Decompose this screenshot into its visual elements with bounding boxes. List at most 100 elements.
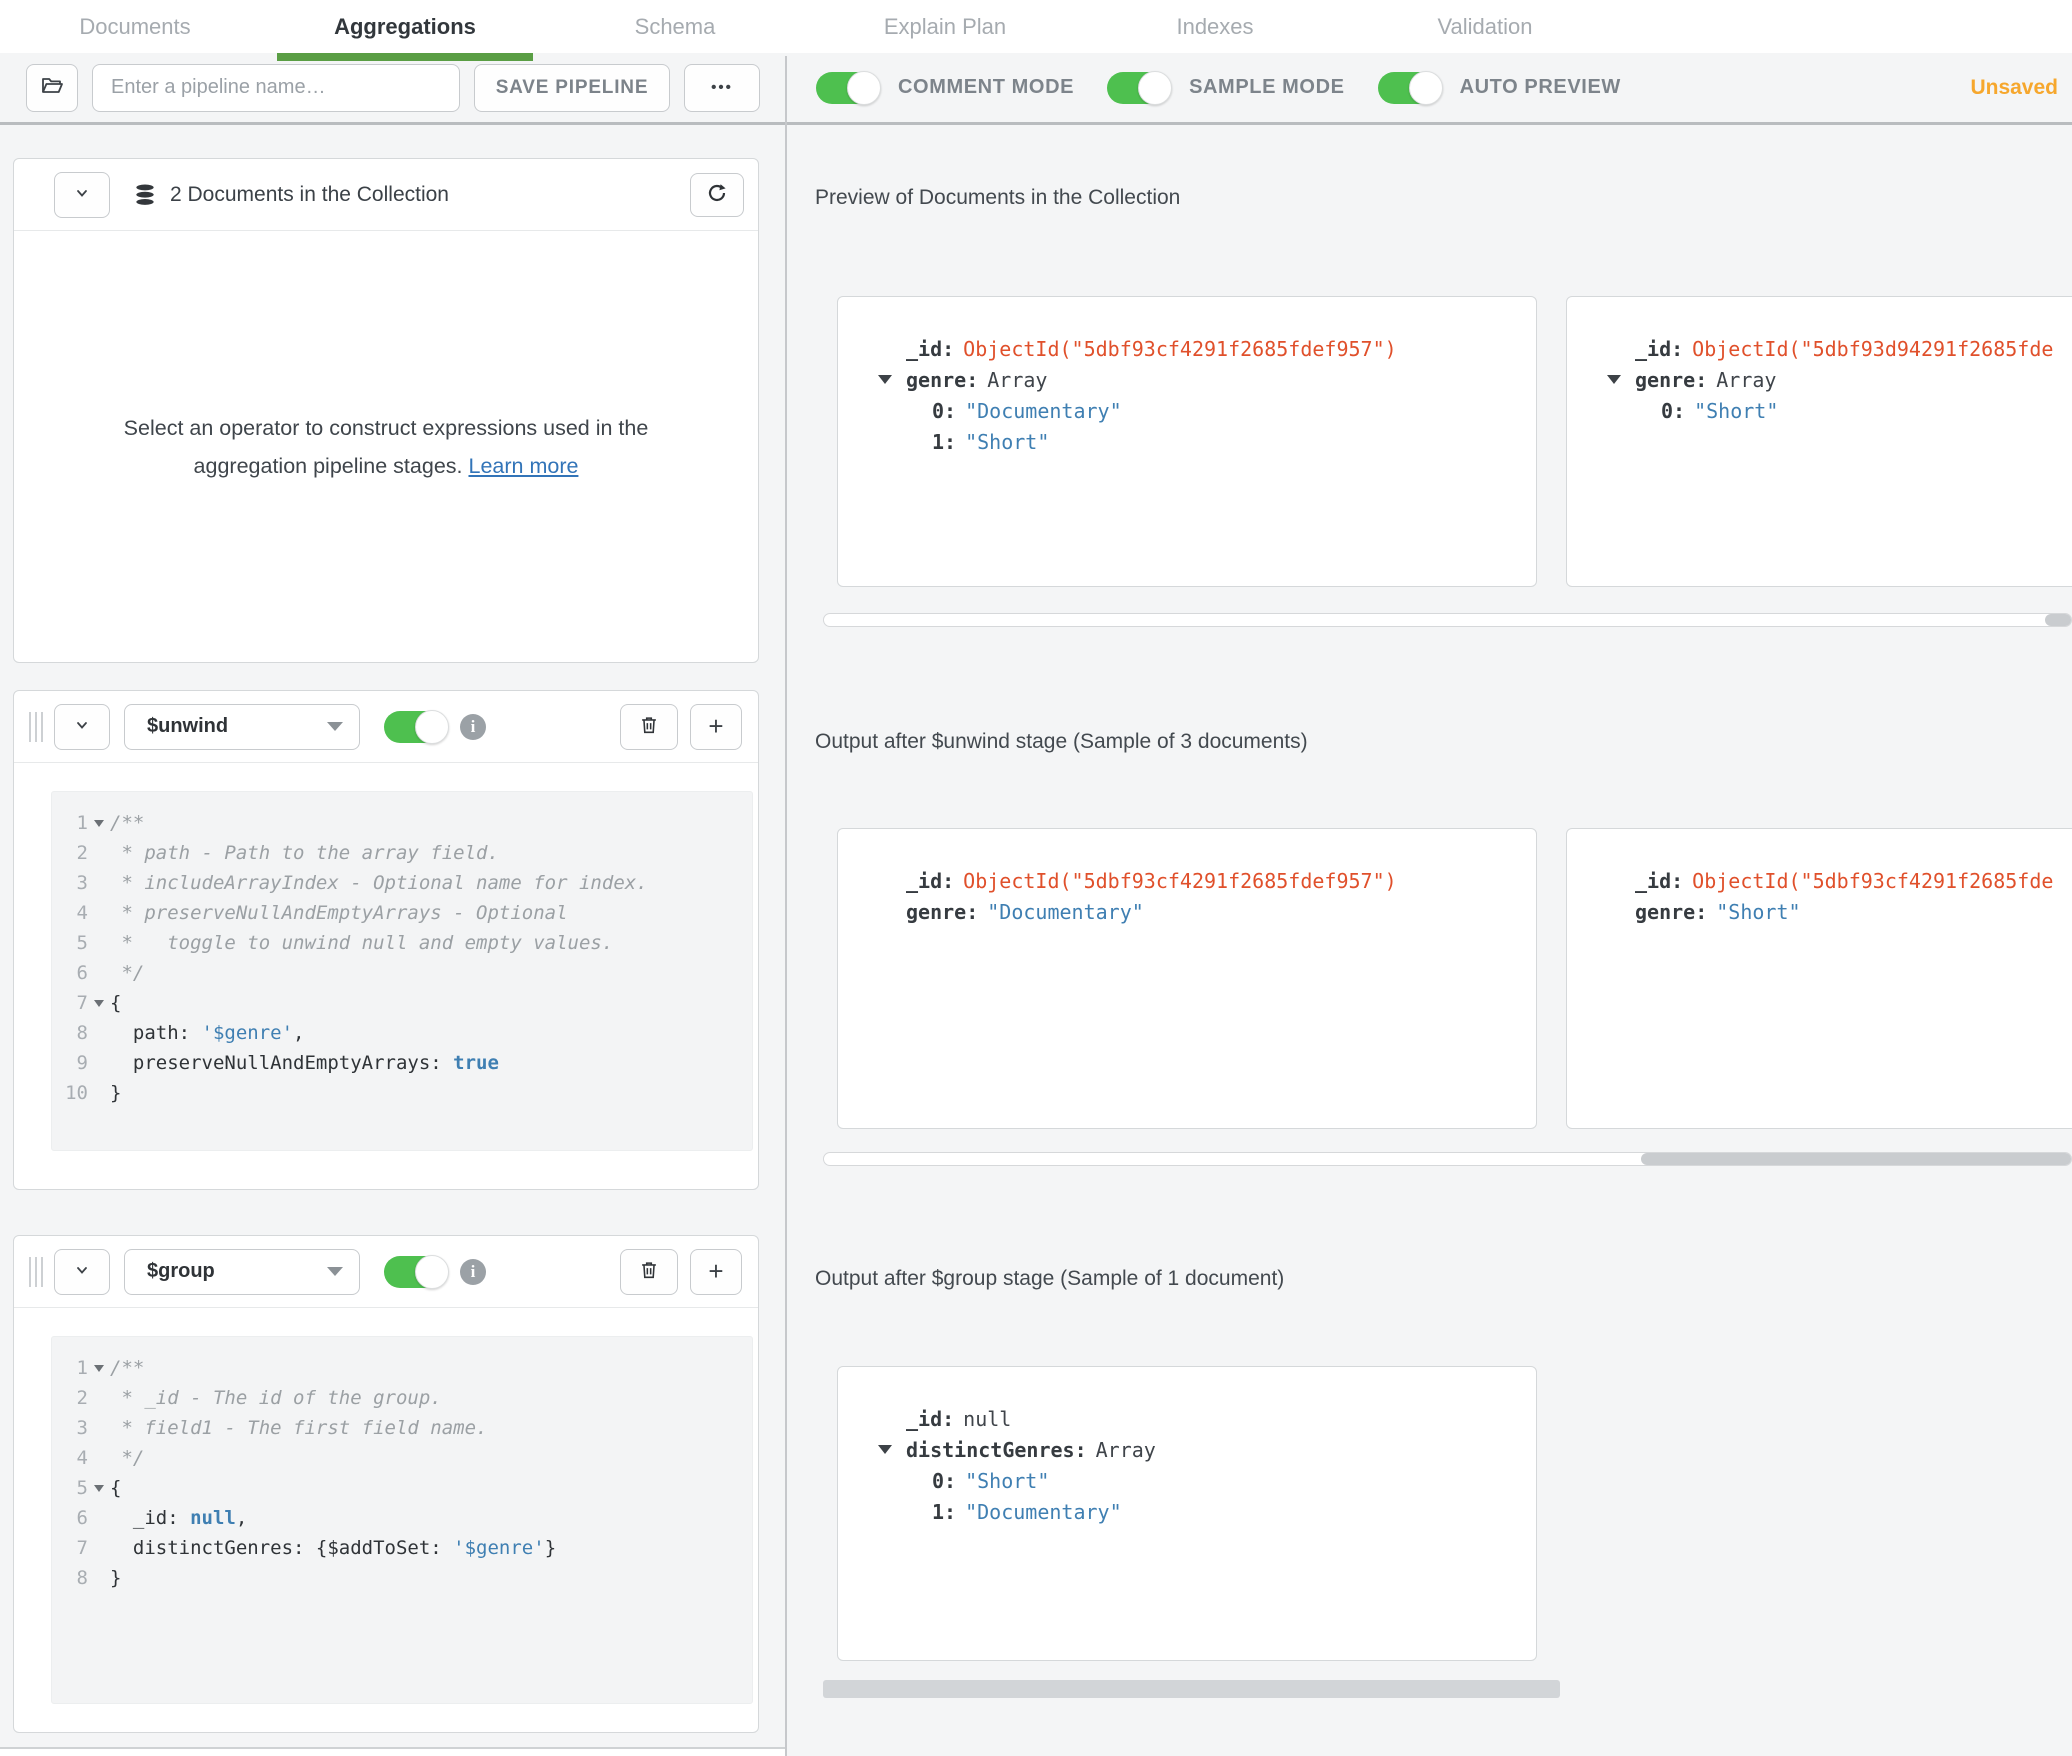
code-fold-icon[interactable] bbox=[94, 1485, 104, 1492]
chevron-down-icon bbox=[73, 716, 91, 737]
tab-schema[interactable]: Schema bbox=[540, 0, 810, 53]
trash-icon bbox=[638, 1259, 660, 1284]
preview-horizontal-scrollbar[interactable] bbox=[823, 613, 2072, 627]
tab-documents[interactable]: Documents bbox=[0, 0, 270, 53]
collapse-field-caret-icon[interactable] bbox=[878, 375, 892, 384]
field-key: genre: bbox=[906, 900, 978, 924]
group-stage-editor[interactable]: 1/**2 * _id - The id of the group.3 * fi… bbox=[51, 1336, 753, 1704]
code-fold-icon[interactable] bbox=[94, 820, 104, 827]
collapse-field-caret-icon[interactable] bbox=[1607, 375, 1621, 384]
tab-explain-plan[interactable]: Explain Plan bbox=[810, 0, 1080, 53]
stage-operator-select[interactable]: $unwind bbox=[124, 704, 360, 750]
folder-open-icon bbox=[40, 74, 64, 101]
stage-enabled-toggle[interactable] bbox=[384, 1256, 448, 1288]
collection-preview-panel: Preview of Documents in the Collection _… bbox=[786, 158, 2072, 663]
tab-validation[interactable]: Validation bbox=[1350, 0, 1620, 53]
code-text: */ bbox=[110, 1447, 144, 1469]
preview-horizontal-scrollbar[interactable] bbox=[823, 1680, 1560, 1698]
stage-operator-label: $unwind bbox=[147, 715, 228, 738]
document-field-row: _id:ObjectId("5dbf93cf4291f2685fdef957") bbox=[838, 333, 1536, 364]
toggle-comment-mode[interactable] bbox=[816, 72, 880, 104]
code-fold-icon[interactable] bbox=[94, 1365, 104, 1372]
code-line: 2 * _id - The id of the group. bbox=[52, 1383, 752, 1413]
stage-operator-select[interactable]: $group bbox=[124, 1249, 360, 1295]
code-fold-icon[interactable] bbox=[94, 1000, 104, 1007]
code-text: */ bbox=[110, 962, 144, 984]
line-number: 6 bbox=[52, 962, 88, 984]
info-icon[interactable]: i bbox=[460, 714, 486, 740]
code-line: 4 */ bbox=[52, 1443, 752, 1473]
field-key: 1: bbox=[932, 1500, 956, 1524]
code-text: _id: null, bbox=[110, 1507, 247, 1529]
code-text: } bbox=[110, 1082, 121, 1104]
next-stage-strip bbox=[0, 1747, 786, 1756]
line-number: 4 bbox=[52, 902, 88, 924]
info-icon[interactable]: i bbox=[460, 1259, 486, 1285]
delete-stage-button[interactable] bbox=[620, 1249, 678, 1295]
unwind-stage-row: $unwind i bbox=[0, 690, 2072, 1190]
unwind-stage-header: $unwind i bbox=[14, 691, 758, 763]
pipeline-toolbar: SAVE PIPELINE ••• COMMENT MODE SAMPLE MOD… bbox=[0, 53, 2072, 125]
collapse-stage-button[interactable] bbox=[54, 172, 110, 218]
toggle-knob bbox=[1409, 71, 1443, 105]
field-key: 0: bbox=[932, 1469, 956, 1493]
unsaved-status: Unsaved bbox=[1970, 76, 2058, 100]
add-stage-button[interactable]: + bbox=[690, 704, 742, 750]
line-number: 2 bbox=[52, 842, 88, 864]
code-text: * field1 - The first field name. bbox=[110, 1417, 488, 1439]
code-line: 10} bbox=[52, 1078, 752, 1108]
scrollbar-thumb[interactable] bbox=[2045, 614, 2071, 626]
code-line: 4 * preserveNullAndEmptyArrays - Optiona… bbox=[52, 898, 752, 928]
unwind-stage-editor[interactable]: 1/**2 * path - Path to the array field.3… bbox=[51, 791, 753, 1151]
tab-indexes[interactable]: Indexes bbox=[1080, 0, 1350, 53]
scrollbar-thumb[interactable] bbox=[1641, 1153, 2071, 1165]
tab-label: Explain Plan bbox=[884, 14, 1006, 40]
collapse-stage-button[interactable] bbox=[54, 704, 110, 750]
select-operator-message: Select an operator to construct expressi… bbox=[124, 409, 649, 485]
trash-icon bbox=[638, 714, 660, 739]
collapse-stage-button[interactable] bbox=[54, 1249, 110, 1295]
collection-stage-title: 2 Documents in the Collection bbox=[170, 183, 449, 207]
toggle-label: COMMENT MODE bbox=[898, 76, 1074, 99]
delete-stage-button[interactable] bbox=[620, 704, 678, 750]
refresh-documents-button[interactable] bbox=[690, 173, 744, 217]
tab-aggregations[interactable]: Aggregations bbox=[270, 0, 540, 53]
toggle-auto-preview[interactable] bbox=[1378, 72, 1442, 104]
toggle-sample-mode[interactable] bbox=[1107, 72, 1171, 104]
drag-handle[interactable] bbox=[29, 1257, 43, 1287]
pipeline-options-button[interactable]: ••• bbox=[684, 64, 760, 112]
code-line: 8} bbox=[52, 1563, 752, 1593]
code-text: /** bbox=[110, 1357, 144, 1379]
field-key: _id: bbox=[906, 869, 954, 893]
document-field-row: 0:"Short" bbox=[838, 1465, 1536, 1496]
line-number: 7 bbox=[52, 1537, 88, 1559]
stage-enabled-toggle[interactable] bbox=[384, 711, 448, 743]
preview-panel-title: Preview of Documents in the Collection bbox=[815, 186, 1180, 210]
code-text: /** bbox=[110, 812, 144, 834]
field-value: Array bbox=[1716, 368, 1776, 392]
open-saved-pipelines-button[interactable] bbox=[26, 64, 78, 112]
save-pipeline-button[interactable]: SAVE PIPELINE bbox=[474, 64, 670, 112]
document-field-row: _id:ObjectId("5dbf93d94291f2685fde bbox=[1567, 333, 2072, 364]
pipeline-name-input[interactable] bbox=[92, 64, 460, 112]
line-number: 5 bbox=[52, 1477, 88, 1499]
tab-label: Indexes bbox=[1176, 14, 1253, 40]
field-value: "Short" bbox=[1694, 399, 1778, 423]
add-stage-button[interactable]: + bbox=[690, 1249, 742, 1295]
field-key: 0: bbox=[1661, 399, 1685, 423]
drag-handle[interactable] bbox=[29, 712, 43, 742]
learn-more-link[interactable]: Learn more bbox=[468, 454, 578, 478]
line-number: 6 bbox=[52, 1507, 88, 1529]
field-value: "Short" bbox=[965, 430, 1049, 454]
panel-divider bbox=[785, 56, 787, 1756]
collection-stage-row: 2 Documents in the Collection Select an … bbox=[0, 158, 2072, 663]
field-value: "Short" bbox=[1716, 900, 1800, 924]
code-text: preserveNullAndEmptyArrays: true bbox=[110, 1052, 499, 1074]
preview-horizontal-scrollbar[interactable] bbox=[823, 1152, 2072, 1166]
toggle-group-sample-mode: SAMPLE MODE bbox=[1107, 72, 1345, 104]
document-field-row: distinctGenres:Array bbox=[838, 1434, 1536, 1465]
chevron-down-icon bbox=[327, 722, 343, 731]
collapse-field-caret-icon[interactable] bbox=[878, 1445, 892, 1454]
chevron-down-icon bbox=[73, 1261, 91, 1282]
field-key: distinctGenres: bbox=[906, 1438, 1087, 1462]
